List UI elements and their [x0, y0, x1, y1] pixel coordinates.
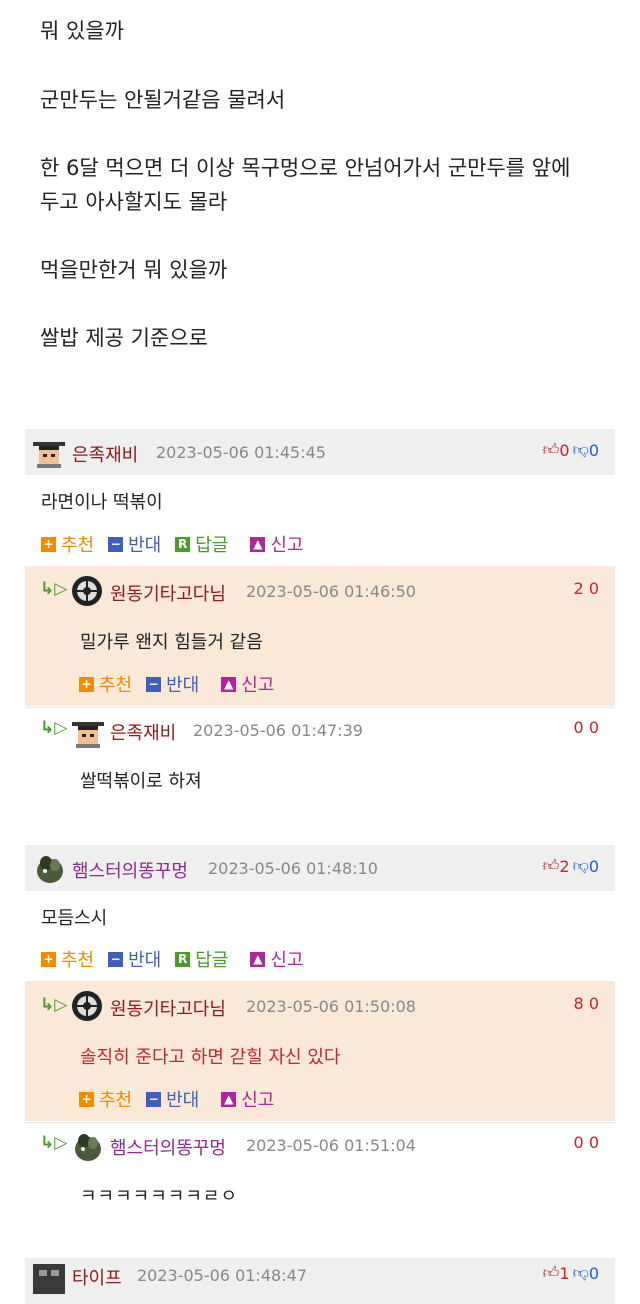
minus-icon: −: [146, 1091, 162, 1107]
reply-icon: R: [175, 951, 191, 967]
reply-score: 2 0: [573, 579, 599, 598]
hamster-avatar-icon: [75, 1134, 101, 1161]
reply-time: 2023-05-06 01:47:39: [193, 721, 363, 740]
comment-author[interactable]: 햄스터의똥꾸멍: [72, 857, 188, 883]
reply-arrow-icon: ↳▷: [40, 1133, 68, 1153]
siren-icon: ▲: [221, 1091, 237, 1107]
reply-actions: + 추천 − 반대 ▲ 신고: [79, 671, 288, 697]
vote-counts: 👍︎ 0 👎︎ 0: [543, 440, 599, 460]
reply-author[interactable]: 햄스터의똥꾸멍: [110, 1134, 226, 1160]
reply-score: 8 0: [573, 994, 599, 1013]
oppose-button[interactable]: − 반대: [146, 1086, 199, 1112]
thumbs-down-icon[interactable]: 👎︎: [573, 1263, 589, 1283]
reply-author[interactable]: 원동기타고다님: [110, 580, 226, 606]
up-count: 0: [559, 440, 570, 460]
reply-author[interactable]: 은족재비: [110, 719, 176, 745]
plus-icon: +: [79, 1091, 94, 1107]
minus-icon: −: [146, 676, 162, 692]
post-line: 쌀밥 제공 기준으로: [40, 326, 208, 350]
recommend-button[interactable]: + 추천: [41, 531, 94, 557]
reply-body: 밀가루 왠지 힘들거 같음: [80, 632, 263, 653]
recommend-button[interactable]: + 추천: [41, 946, 94, 972]
reply-icon: R: [175, 536, 191, 552]
minus-icon: −: [108, 951, 124, 967]
reply-score: 0 0: [573, 1133, 599, 1152]
comment-time: 2023-05-06 01:48:10: [208, 859, 378, 878]
reply-body: ㅋㅋㅋㅋㅋㅋㅋㄹㅇ: [80, 1186, 239, 1207]
up-count: 2: [559, 856, 570, 876]
reply-arrow-icon: ↳▷: [40, 579, 68, 599]
report-button[interactable]: ▲ 신고: [250, 946, 304, 972]
vote-counts: 👍︎ 1 👎︎ 0: [543, 1263, 599, 1283]
avatar-icon: [72, 722, 104, 748]
avatar-icon: [33, 442, 65, 468]
reply-arrow-icon: ↳▷: [40, 718, 68, 738]
post-line: 뭐 있을까: [40, 19, 124, 43]
reply-score: 0 0: [573, 718, 599, 737]
down-count: 0: [588, 856, 599, 876]
report-button[interactable]: ▲ 신고: [221, 1086, 274, 1112]
wheel-avatar-icon: [72, 576, 102, 606]
reply-body: 쌀떡볶이로 하져: [80, 771, 202, 792]
oppose-button[interactable]: − 반대: [108, 946, 161, 972]
comment-time: 2023-05-06 01:45:45: [156, 443, 326, 462]
reply-actions: + 추천 − 반대 ▲ 신고: [79, 1086, 288, 1112]
reply-body: 솔직히 준다고 하면 갇힐 자신 있다: [80, 1047, 341, 1068]
report-button[interactable]: ▲ 신고: [250, 531, 304, 557]
comment-header: 타이프 2023-05-06 01:48:47 👍︎ 1 👎︎ 0: [25, 1258, 615, 1304]
comment-body: 라면이나 떡볶이: [41, 492, 163, 513]
reply-button[interactable]: R 답글: [175, 531, 228, 557]
hamster-avatar-icon: [37, 856, 63, 883]
reply-time: 2023-05-06 01:46:50: [246, 582, 416, 601]
down-count: 0: [588, 440, 599, 460]
oppose-button[interactable]: − 반대: [108, 531, 161, 557]
post-line: 한 6달 먹으면 더 이상 목구멍으로 안넘어가서 군만두를 앞에: [40, 156, 571, 180]
thumbs-down-icon[interactable]: 👎︎: [573, 856, 589, 876]
comment-time: 2023-05-06 01:48:47: [137, 1266, 307, 1285]
post-line: 먹을만한거 뭐 있을까: [40, 258, 228, 282]
avatar-icon: [33, 1264, 65, 1294]
reply-time: 2023-05-06 01:50:08: [246, 997, 416, 1016]
thumbs-up-icon[interactable]: 👍︎: [543, 440, 560, 460]
comment-author[interactable]: 타이프: [72, 1264, 122, 1290]
plus-icon: +: [41, 951, 56, 967]
divider: [25, 1122, 615, 1123]
wheel-avatar-icon: [72, 991, 102, 1021]
thumbs-up-icon[interactable]: 👍︎: [543, 856, 560, 876]
recommend-button[interactable]: + 추천: [79, 1086, 132, 1112]
divider: [25, 707, 615, 708]
thumbs-down-icon[interactable]: 👎︎: [573, 440, 589, 460]
reply-time: 2023-05-06 01:51:04: [246, 1136, 416, 1155]
reply-arrow-icon: ↳▷: [40, 995, 68, 1015]
vote-counts: 👍︎ 2 👎︎ 0: [543, 856, 599, 876]
siren-icon: ▲: [250, 536, 266, 552]
post-line: 군만두는 안될거같음 물려서: [40, 88, 286, 112]
comment-body: 모듬스시: [41, 908, 108, 929]
reply-author[interactable]: 원동기타고다님: [110, 995, 226, 1021]
comment-header: 은족재비 2023-05-06 01:45:45 👍︎ 0 👎︎ 0: [25, 429, 615, 475]
comment-header: 햄스터의똥꾸멍 2023-05-06 01:48:10 👍︎ 2 👎︎ 0: [25, 845, 615, 891]
siren-icon: ▲: [250, 951, 266, 967]
oppose-button[interactable]: − 반대: [146, 671, 199, 697]
plus-icon: +: [41, 536, 56, 552]
comment-actions: + 추천 − 반대 R 답글 ▲ 신고: [41, 946, 318, 972]
thumbs-up-icon[interactable]: 👍︎: [543, 1263, 560, 1283]
post-line: 두고 아사할지도 몰라: [40, 190, 228, 214]
reply-button[interactable]: R 답글: [175, 946, 228, 972]
comment-author[interactable]: 은족재비: [72, 441, 138, 467]
recommend-button[interactable]: + 추천: [79, 671, 132, 697]
plus-icon: +: [79, 676, 94, 692]
comment-actions: + 추천 − 반대 R 답글 ▲ 신고: [41, 531, 318, 557]
siren-icon: ▲: [221, 676, 237, 692]
report-button[interactable]: ▲ 신고: [221, 671, 274, 697]
minus-icon: −: [108, 536, 124, 552]
